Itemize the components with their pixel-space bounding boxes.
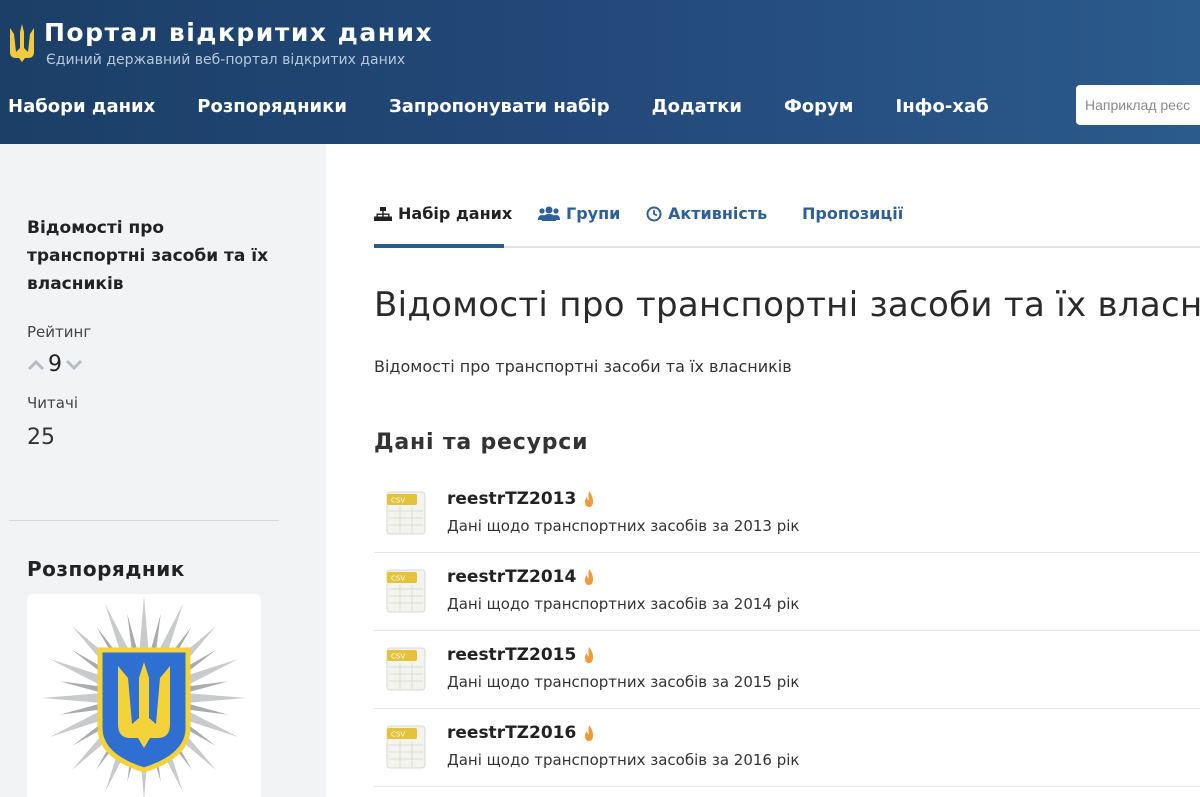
resource-item[interactable]: CSV reestrTZ2014 Дані щодо транспортних … [374, 553, 1200, 631]
resource-name[interactable]: reestrTZ2013 [447, 489, 576, 509]
csv-file-icon: CSV [386, 569, 426, 613]
page-title: Відомості про транспортні засоби та їх в… [374, 285, 1200, 325]
active-tab-underline [374, 244, 504, 248]
site-header: Портал відкритих даних Єдиний державний … [0, 0, 1200, 144]
csv-file-icon: CSV [386, 647, 426, 691]
flame-icon [585, 725, 594, 741]
svg-text:CSV: CSV [391, 497, 405, 505]
resources-heading: Дані та ресурси [374, 430, 589, 455]
clock-icon [646, 206, 662, 221]
tab-groups-label: Групи [566, 204, 621, 223]
users-icon [538, 206, 560, 221]
tab-groups[interactable]: Групи [538, 204, 620, 223]
sidebar: Відомості про транспортні засоби та їх в… [0, 144, 326, 797]
organization-logo[interactable] [27, 594, 261, 797]
site-subtitle: Єдиний державний веб-портал відкритих да… [46, 52, 406, 68]
rating-value: 9 [48, 352, 62, 377]
resource-name-row[interactable]: reestrTZ2014 [447, 567, 596, 587]
csv-file-icon: CSV [386, 725, 426, 769]
rating-control: 9 [27, 352, 83, 377]
resource-name-row[interactable]: reestrTZ2015 [447, 645, 596, 665]
resource-name[interactable]: reestrTZ2016 [447, 723, 576, 743]
sitemap-icon [374, 206, 392, 221]
nav-info-hub[interactable]: Інфо-хаб [896, 96, 989, 117]
readers-label: Читачі [27, 394, 78, 412]
tab-proposals[interactable]: Пропозиції [802, 204, 903, 223]
tab-activity-label: Активність [668, 204, 768, 223]
nav-apps[interactable]: Додатки [652, 96, 742, 117]
resource-name-row[interactable]: reestrTZ2013 [447, 489, 596, 509]
main-nav: Набори даних Розпорядники Запропонувати … [8, 96, 1031, 117]
tab-dataset-label: Набір даних [398, 204, 513, 223]
resource-description: Дані щодо транспортних засобів за 2016 р… [447, 751, 800, 769]
dataset-tabs: Набір даних Групи Активність Пропозиції [374, 190, 1200, 248]
flame-icon [585, 491, 594, 507]
flame-icon [585, 647, 594, 663]
police-emblem-icon [42, 596, 246, 797]
tab-dataset[interactable]: Набір даних [374, 204, 512, 223]
dataset-description: Відомості про транспортні засоби та їх в… [374, 357, 792, 376]
flame-icon [585, 569, 594, 585]
rating-label: Рейтинг [27, 323, 92, 341]
resource-name-row[interactable]: reestrTZ2016 [447, 723, 596, 743]
tab-proposals-label: Пропозиції [802, 204, 904, 223]
svg-text:CSV: CSV [391, 575, 405, 583]
trident-icon[interactable] [8, 22, 36, 64]
chevron-down-icon[interactable] [65, 358, 83, 372]
resource-item[interactable]: CSV reestrTZ2016 Дані щодо транспортних … [374, 709, 1200, 787]
readers-value: 25 [27, 425, 55, 450]
tab-activity[interactable]: Активність [646, 204, 767, 223]
resource-name[interactable]: reestrTZ2014 [447, 567, 576, 587]
resource-description: Дані щодо транспортних засобів за 2014 р… [447, 595, 800, 613]
search-input[interactable] [1076, 85, 1200, 125]
resource-list: CSV reestrTZ2013 Дані щодо транспортних … [374, 475, 1200, 787]
resource-name[interactable]: reestrTZ2015 [447, 645, 576, 665]
nav-forum[interactable]: Форум [784, 96, 854, 117]
resource-item[interactable]: CSV reestrTZ2015 Дані щодо транспортних … [374, 631, 1200, 709]
svg-text:CSV: CSV [391, 731, 405, 739]
site-title[interactable]: Портал відкритих даних [44, 18, 433, 47]
chevron-up-icon[interactable] [27, 358, 45, 372]
svg-text:CSV: CSV [391, 653, 405, 661]
nav-suggest-dataset[interactable]: Запропонувати набір [389, 96, 610, 117]
resource-description: Дані щодо транспортних засобів за 2013 р… [447, 517, 800, 535]
sidebar-divider [9, 520, 279, 521]
csv-file-icon: CSV [386, 491, 426, 535]
resource-description: Дані щодо транспортних засобів за 2015 р… [447, 673, 800, 691]
nav-datasets[interactable]: Набори даних [8, 96, 155, 117]
nav-publishers[interactable]: Розпорядники [197, 96, 347, 117]
sidebar-dataset-title: Відомості про транспортні засоби та їх в… [27, 218, 269, 294]
resource-item[interactable]: CSV reestrTZ2013 Дані щодо транспортних … [374, 475, 1200, 553]
organization-heading: Розпорядник [27, 557, 185, 581]
